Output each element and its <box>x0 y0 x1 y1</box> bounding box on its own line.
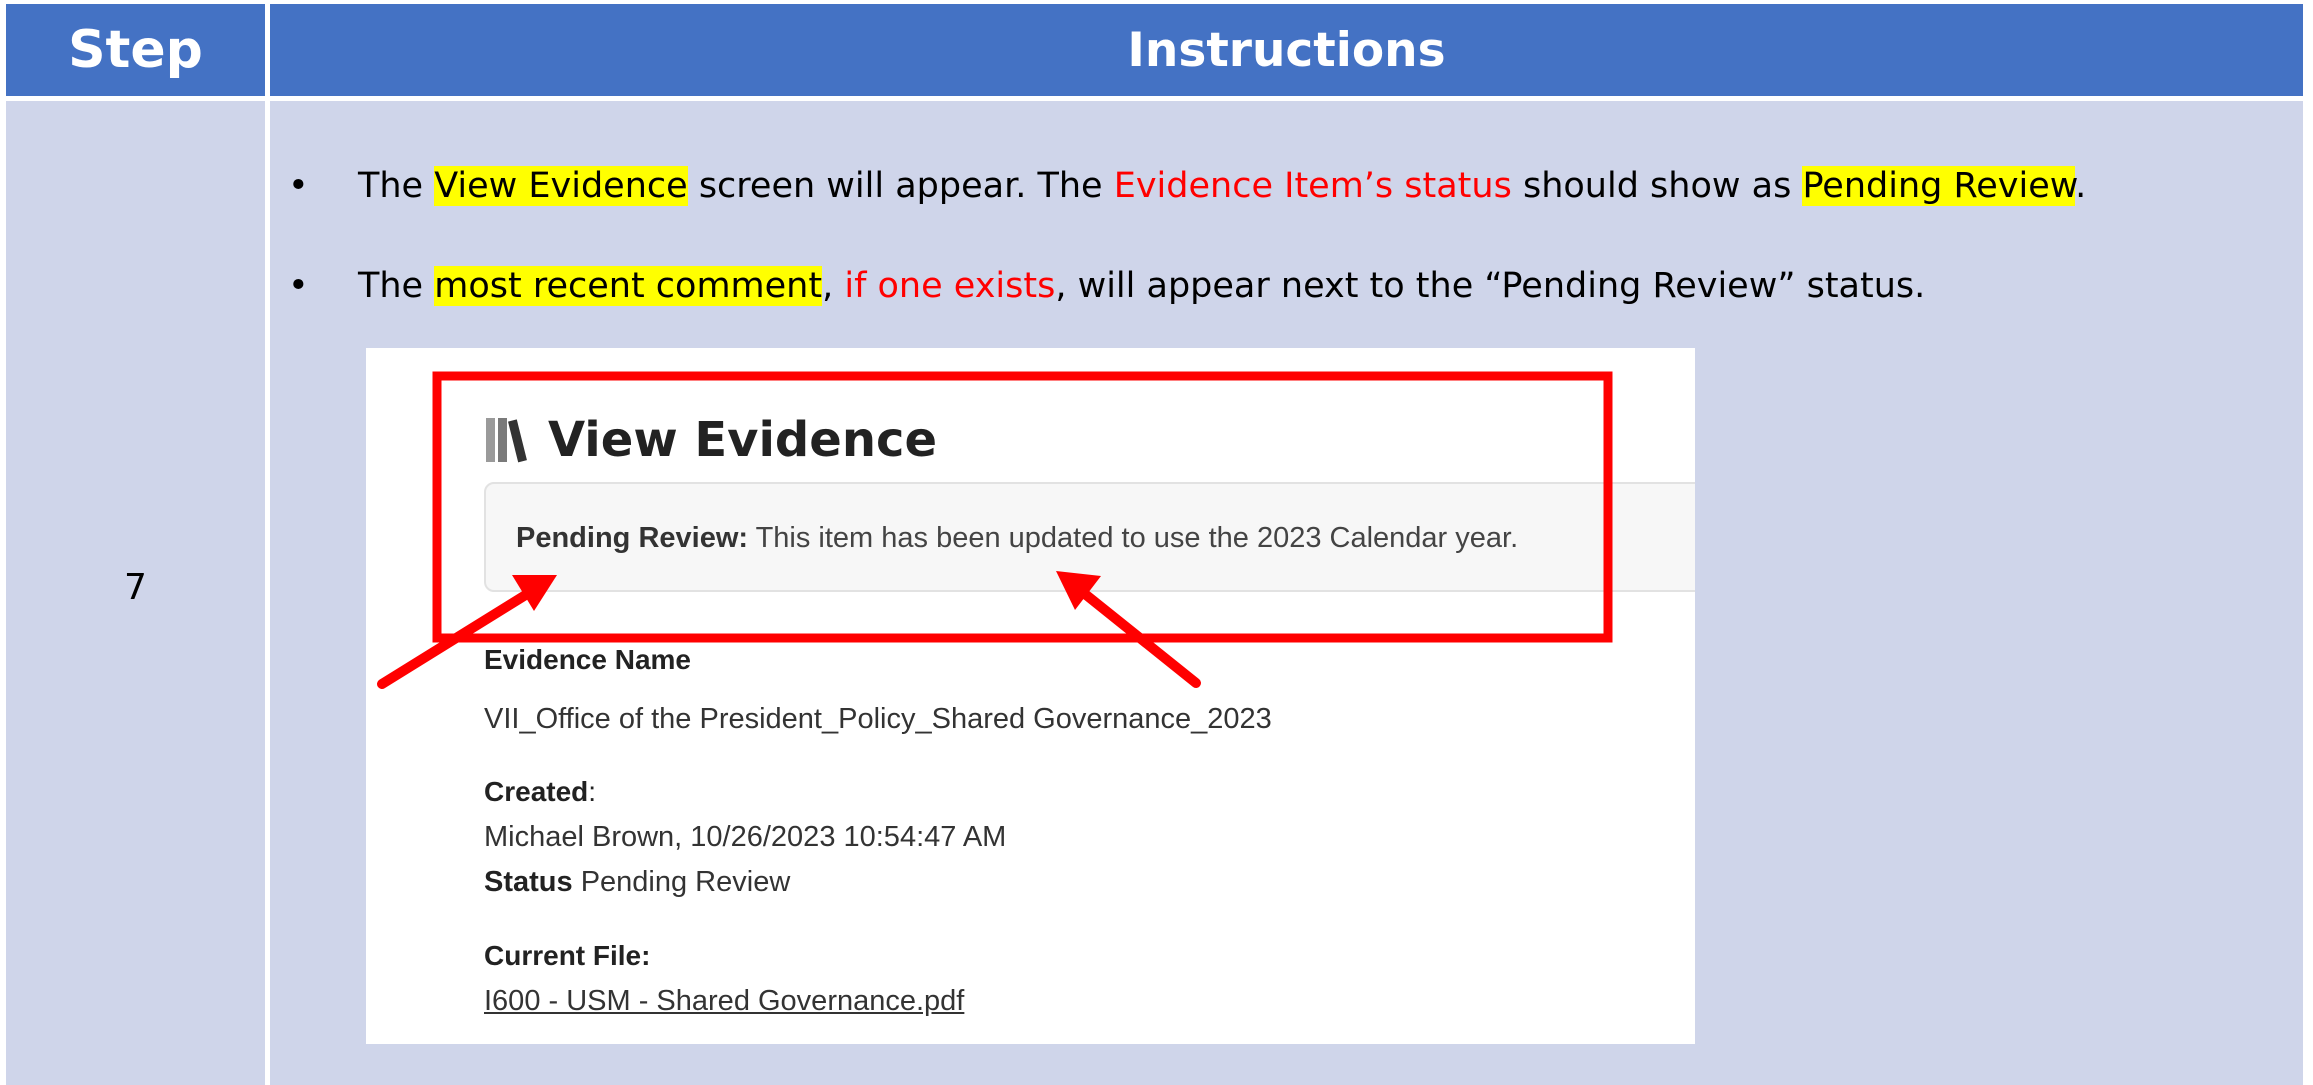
highlight-box <box>432 371 1613 643</box>
callout-overlay <box>377 371 1613 689</box>
instruction-table: Step Instructions 7 • The View Evidence … <box>0 0 2313 1085</box>
arrow-left <box>377 575 557 689</box>
arrow-right <box>1056 571 1201 688</box>
